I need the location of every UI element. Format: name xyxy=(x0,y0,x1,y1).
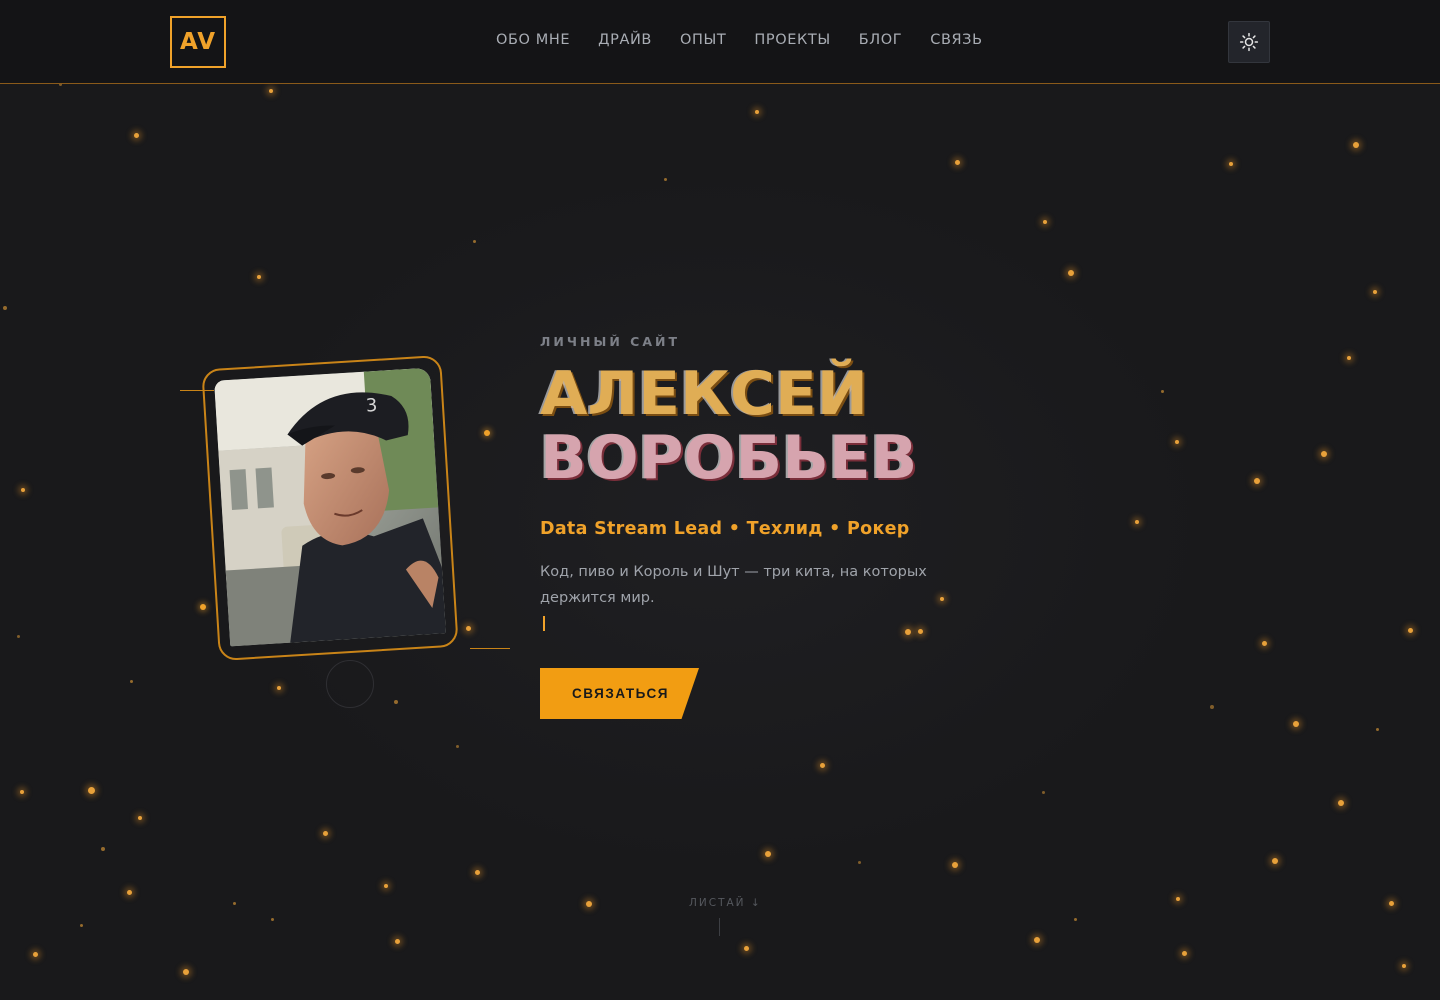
main-nav: ОБО МНЕ ДРАЙВ ОПЫТ ПРОЕКТЫ БЛОГ СВЯЗЬ xyxy=(496,32,983,48)
hero-description: Код, пиво и Король и Шут — три кита, на … xyxy=(540,564,927,606)
typing-cursor xyxy=(543,616,545,631)
svg-text:3: 3 xyxy=(365,395,378,417)
hero-name-last: ВОРОБЬЕВ xyxy=(540,423,918,493)
decor-dot xyxy=(484,430,490,436)
nav-item-about[interactable]: ОБО МНЕ xyxy=(496,32,570,48)
site-header: AV ОБО МНЕ ДРАЙВ ОПЫТ ПРОЕКТЫ БЛОГ СВЯЗЬ xyxy=(0,0,1440,84)
contact-button[interactable]: СВЯЗАТЬСЯ xyxy=(540,668,699,719)
hero-name: АЛЕКСЕЙ ВОРОБЬЕВ xyxy=(540,362,917,490)
scroll-indicator-line xyxy=(719,918,720,936)
scroll-hint: ЛИСТАЙ ↓ xyxy=(689,897,762,909)
decor-ring xyxy=(326,660,374,708)
portrait-photo: 3 xyxy=(214,367,446,647)
hero-name-first: АЛЕКСЕЙ xyxy=(540,359,868,429)
hero-photo-block: 3 xyxy=(170,350,520,720)
nav-item-experience[interactable]: ОПЫТ xyxy=(680,32,726,48)
hero-tagline: Data Stream Lead • Техлид • Рокер xyxy=(540,519,910,539)
nav-item-contact[interactable]: СВЯЗЬ xyxy=(930,32,982,48)
nav-item-drive[interactable]: ДРАЙВ xyxy=(598,32,652,48)
decor-line-right xyxy=(470,648,510,649)
theme-toggle-button[interactable] xyxy=(1228,21,1270,63)
nav-item-blog[interactable]: БЛОГ xyxy=(859,32,903,48)
eyebrow-label: ЛИЧНЫЙ САЙТ xyxy=(540,334,681,349)
sun-icon xyxy=(1239,32,1259,52)
decor-dot xyxy=(200,604,206,610)
nav-item-projects[interactable]: ПРОЕКТЫ xyxy=(754,32,830,48)
logo[interactable]: AV xyxy=(170,16,226,68)
